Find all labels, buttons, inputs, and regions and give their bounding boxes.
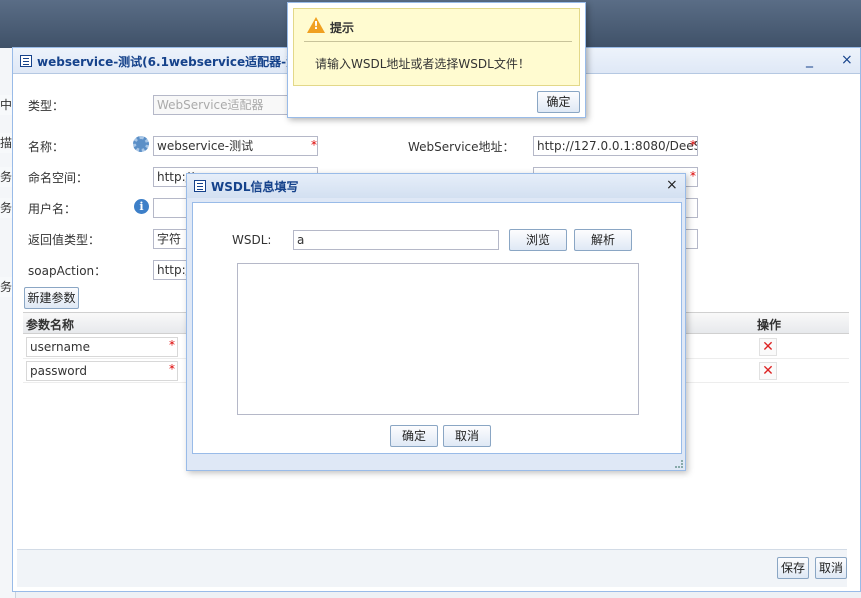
namespace-label: 命名空间： <box>28 171 89 185</box>
wsdl-label: WSDL: <box>232 233 272 247</box>
edit-window-footer <box>17 549 847 587</box>
save-button[interactable]: 保存 <box>777 557 809 579</box>
ok-button[interactable]: 确定 <box>390 425 438 447</box>
warning-icon-mark: ! <box>313 19 319 32</box>
wsdl-dialog-title: WSDL信息填写 <box>211 180 299 194</box>
resize-handle[interactable] <box>675 460 683 468</box>
alert-title: 提示 <box>330 21 355 35</box>
ws-address-label: WebService地址： <box>408 140 515 154</box>
param-name-input[interactable]: password <box>26 361 178 381</box>
window-icon <box>20 55 32 67</box>
wsdl-result-textarea[interactable] <box>237 263 639 415</box>
name-label: 名称： <box>28 140 65 154</box>
alert-ok-button[interactable]: 确定 <box>537 91 580 113</box>
required-mark: * <box>169 338 175 352</box>
minimize-icon[interactable]: _ <box>806 52 813 68</box>
alert-message: 请输入WSDL地址或者选择WSDL文件！ <box>315 57 530 71</box>
wsdl-dialog: WSDL信息填写 × WSDL: a 浏览 解析 确定 取消 <box>186 173 686 471</box>
close-icon[interactable]: × <box>666 177 678 193</box>
alert-body: ! 提示 请输入WSDL地址或者选择WSDL文件！ <box>293 8 580 86</box>
ws-address-field[interactable]: http://127.0.0.1:8080/DeeServ <box>533 136 698 156</box>
new-param-button[interactable]: 新建参数 <box>24 287 79 309</box>
wsdl-dialog-titlebar[interactable]: WSDL信息填写 × <box>187 174 685 198</box>
name-field[interactable]: webservice-测试 <box>153 136 318 156</box>
window-icon <box>194 180 206 192</box>
col-actions: 操作 <box>757 318 782 332</box>
type-label: 类型： <box>28 99 65 113</box>
cancel-button[interactable]: 取消 <box>815 557 847 579</box>
alert-divider <box>304 41 572 42</box>
alert-dialog: ! 提示 请输入WSDL地址或者选择WSDL文件！ 确定 <box>287 2 586 118</box>
col-param-name: 参数名称 <box>26 318 75 332</box>
required-mark: * <box>169 362 175 376</box>
gear-icon[interactable] <box>133 136 149 152</box>
edit-window-title: webservice-测试(6.1webservice适配器-测试) <box>37 55 316 69</box>
required-mark: * <box>690 169 696 183</box>
wsdl-input[interactable]: a <box>293 230 499 250</box>
delete-icon[interactable]: ✕ <box>759 338 777 356</box>
param-name-input[interactable]: username <box>26 337 178 357</box>
info-icon[interactable]: i <box>134 199 149 214</box>
delete-icon[interactable]: ✕ <box>759 362 777 380</box>
cancel-button[interactable]: 取消 <box>443 425 491 447</box>
required-mark: * <box>690 138 696 152</box>
wsdl-dialog-body: WSDL: a 浏览 解析 确定 取消 <box>192 202 682 454</box>
soap-action-label: soapAction： <box>28 264 107 278</box>
required-mark: * <box>311 138 317 152</box>
parse-button[interactable]: 解析 <box>574 229 632 251</box>
username-label: 用户名： <box>28 202 77 216</box>
close-icon[interactable]: × <box>841 52 853 68</box>
return-type-label: 返回值类型： <box>28 233 101 247</box>
browse-button[interactable]: 浏览 <box>509 229 567 251</box>
